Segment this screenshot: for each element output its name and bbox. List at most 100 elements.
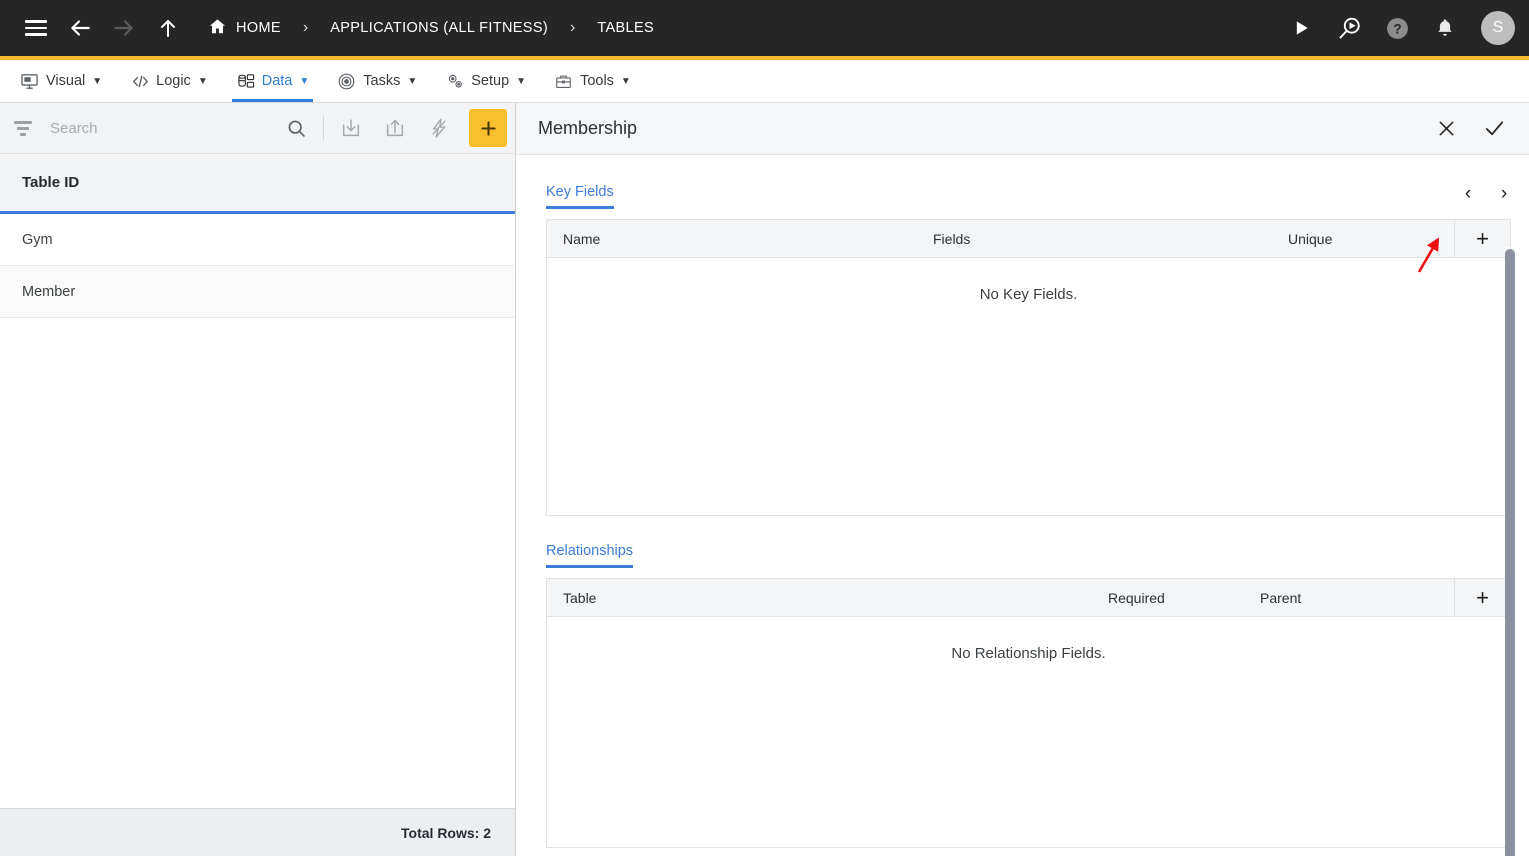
add-table-button[interactable]: [469, 109, 507, 147]
breadcrumb-item-tables[interactable]: TABLES: [591, 16, 660, 40]
menu-item-visual[interactable]: Visual ▼: [6, 60, 116, 102]
svg-text:?: ?: [1393, 21, 1401, 36]
column-header-table: Table: [563, 589, 597, 606]
chevron-right-icon[interactable]: ›: [1497, 184, 1511, 203]
menu-label-tasks: Tasks: [363, 73, 401, 89]
key-fields-add-button[interactable]: +: [1454, 220, 1510, 257]
help-icon[interactable]: ?: [1375, 6, 1419, 50]
scrollbar-thumb[interactable]: [1505, 249, 1515, 856]
code-icon: [130, 72, 149, 91]
key-fields-grid-header: Name Fields Unique +: [547, 220, 1510, 258]
menu-item-tools[interactable]: Tools ▼: [540, 60, 645, 102]
menu-item-data[interactable]: Data ▼: [222, 60, 324, 102]
vertical-scrollbar[interactable]: [1505, 247, 1515, 856]
section-relationships: Relationships Table Required Parent + No…: [546, 536, 1511, 848]
column-header-table-id: Table ID: [22, 174, 80, 191]
detail-panel-actions: [1433, 116, 1507, 142]
tables-sidebar: Table ID Gym Member Total Rows: 2: [0, 103, 516, 856]
notifications-bell-icon[interactable]: [1423, 6, 1467, 50]
toolbar-divider: [323, 115, 324, 141]
chevron-down-icon: ▼: [407, 75, 418, 87]
table-list-header: Table ID: [0, 154, 515, 214]
tab-key-fields[interactable]: Key Fields: [546, 184, 614, 209]
chevron-down-icon: ▼: [197, 75, 208, 87]
detail-panel-header: Membership: [516, 103, 1529, 155]
page-title: Membership: [538, 118, 638, 138]
filter-icon[interactable]: [12, 120, 34, 136]
table-row-label: Member: [22, 283, 76, 300]
detail-panel-body: Key Fields ‹ › Name Fields Unique + No K…: [516, 155, 1529, 856]
tab-relationships[interactable]: Relationships: [546, 543, 634, 568]
chevron-left-icon[interactable]: ‹: [1461, 184, 1475, 203]
column-header-fields: Fields: [933, 230, 971, 247]
run-icon[interactable]: [1279, 6, 1323, 50]
key-fields-header: Key Fields ‹ ›: [546, 177, 1511, 209]
export-icon[interactable]: [375, 108, 415, 148]
user-avatar[interactable]: S: [1481, 11, 1515, 45]
relationships-header: Relationships: [546, 536, 1511, 568]
menu-item-tasks[interactable]: Tasks ▼: [323, 60, 431, 102]
key-fields-grid: Name Fields Unique + No Key Fields.: [546, 219, 1511, 516]
section-key-fields: Key Fields ‹ › Name Fields Unique + No K…: [546, 177, 1511, 516]
search-run-icon[interactable]: [1327, 6, 1371, 50]
chevron-down-icon: ▼: [92, 75, 103, 87]
table-row[interactable]: Gym: [0, 214, 515, 266]
main-content-area: Table ID Gym Member Total Rows: 2 Member…: [0, 103, 1529, 856]
target-icon: [337, 72, 356, 91]
lightning-icon[interactable]: [419, 108, 459, 148]
breadcrumb: HOME › APPLICATIONS (ALL FITNESS) › TABL…: [202, 13, 1279, 44]
monitor-icon: [20, 72, 39, 91]
menu-label-setup: Setup: [471, 73, 510, 89]
breadcrumb-separator-2: ›: [570, 19, 576, 36]
key-fields-empty-message: No Key Fields.: [979, 286, 1078, 303]
chevron-down-icon: ▼: [299, 75, 310, 87]
sidebar-toolbar: [0, 103, 515, 154]
forward-arrow-icon[interactable]: [102, 6, 146, 50]
top-navigation-bar: HOME › APPLICATIONS (ALL FITNESS) › TABL…: [0, 0, 1529, 56]
relationships-grid: Table Required Parent + No Relationship …: [546, 578, 1511, 848]
search-icon[interactable]: [276, 108, 316, 148]
back-arrow-icon[interactable]: [58, 6, 102, 50]
up-arrow-icon[interactable]: [146, 6, 190, 50]
toolbox-icon: [554, 72, 573, 91]
table-row-label: Gym: [22, 231, 53, 248]
column-header-name: Name: [563, 230, 601, 247]
chevron-down-icon: ▼: [620, 75, 631, 87]
menu-item-setup[interactable]: Setup ▼: [431, 60, 540, 102]
import-icon[interactable]: [331, 108, 371, 148]
chevron-down-icon: ▼: [516, 75, 527, 87]
relationships-empty-message: No Relationship Fields.: [951, 645, 1106, 662]
breadcrumb-item-applications[interactable]: APPLICATIONS (ALL FITNESS): [324, 16, 554, 40]
gears-icon: [445, 72, 464, 91]
breadcrumb-label-tables: TABLES: [597, 20, 654, 36]
top-bar-actions: ? S: [1279, 6, 1515, 50]
avatar-initial: S: [1492, 19, 1504, 36]
check-icon[interactable]: [1481, 116, 1507, 142]
total-rows-label: Total Rows: 2: [401, 824, 491, 841]
hamburger-menu-icon[interactable]: [14, 6, 58, 50]
column-header-required: Required: [1108, 589, 1165, 606]
relationships-grid-header: Table Required Parent +: [547, 579, 1510, 617]
column-header-unique: Unique: [1288, 230, 1333, 247]
table-list: Gym Member: [0, 214, 515, 808]
breadcrumb-item-home[interactable]: HOME: [202, 13, 287, 44]
menu-label-logic: Logic: [156, 73, 191, 89]
total-rows-status: Total Rows: 2: [0, 808, 515, 856]
table-row[interactable]: Member: [0, 266, 515, 318]
menu-label-tools: Tools: [580, 73, 614, 89]
menu-item-logic[interactable]: Logic ▼: [116, 60, 222, 102]
main-menu-bar: Visual ▼ Logic ▼ Data ▼ Tasks ▼ Setup ▼ …: [0, 60, 1529, 103]
menu-label-visual: Visual: [46, 73, 86, 89]
breadcrumb-separator: ›: [302, 19, 309, 36]
key-fields-pagination: ‹ ›: [1461, 184, 1511, 209]
search-input[interactable]: [50, 119, 272, 137]
column-header-parent: Parent: [1260, 589, 1302, 606]
relationships-add-button[interactable]: +: [1454, 579, 1510, 616]
close-icon[interactable]: [1433, 116, 1459, 142]
database-icon: [236, 72, 255, 91]
menu-label-data: Data: [261, 73, 293, 89]
application-window: HOME › APPLICATIONS (ALL FITNESS) › TABL…: [0, 0, 1529, 856]
detail-panel: Membership Key Fields ‹ › Name Fields Un…: [516, 103, 1529, 856]
home-icon: [208, 17, 227, 40]
breadcrumb-label-home: HOME: [236, 20, 281, 36]
